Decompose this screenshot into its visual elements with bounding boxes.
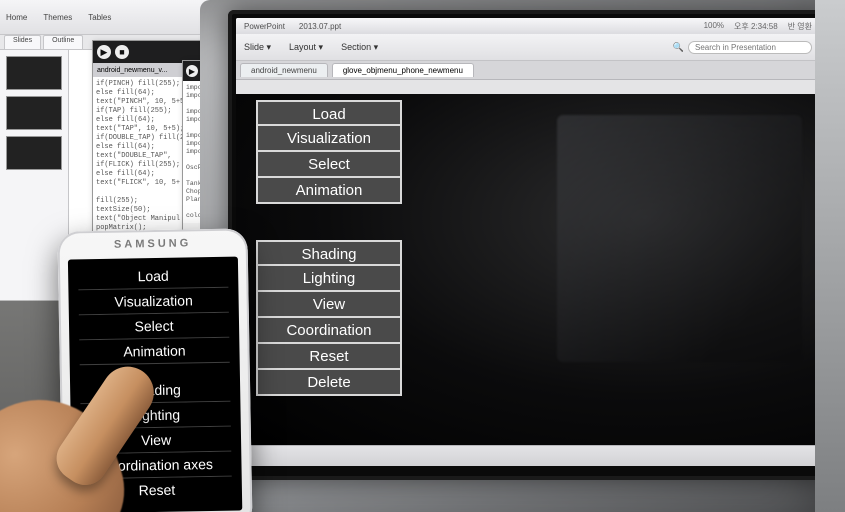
menu-item-lighting[interactable]: Lighting (256, 266, 402, 292)
canvas-menu-secondary: Shading Lighting View Coordination Reset… (256, 240, 402, 396)
menu-item-delete[interactable]: Delete (256, 370, 402, 396)
search-input[interactable] (688, 41, 812, 54)
tab-glove-objmenu[interactable]: glove_objmenu_phone_newmenu (332, 63, 474, 77)
toolbar-slide[interactable]: Slide ▾ (244, 42, 271, 53)
app-statusbar (236, 445, 820, 466)
run-icon[interactable]: ▶ (97, 45, 111, 59)
phone-menu-load[interactable]: Load (78, 263, 228, 291)
phone-brand: SAMSUNG (57, 228, 247, 255)
ppt-tab-slides[interactable]: Slides (4, 35, 41, 49)
presentation-app-window: Slide ▾ Layout ▾ Section ▾ 🔍 android_new… (236, 34, 820, 466)
tab-android-newmenu[interactable]: android_newmenu (240, 63, 328, 77)
photo-scene: Home Themes Tables Slides Outline ▶ ■ an… (0, 0, 845, 512)
menu-item-load[interactable]: Load (256, 100, 402, 126)
phone-menu-animation[interactable]: Animation (79, 338, 229, 366)
menu-item-coordination[interactable]: Coordination (256, 318, 402, 344)
slide-thumbnail[interactable] (6, 56, 62, 90)
phone-menu-visualization[interactable]: Visualization (78, 288, 228, 316)
canvas-menu-primary: Load Visualization Select Animation (256, 100, 402, 204)
phone-screen: Load Visualization Select Animation Shad… (68, 257, 242, 512)
ribbon-themes[interactable]: Themes (43, 13, 72, 22)
phone-menu-shading[interactable]: Shading (80, 377, 230, 405)
menubar-app: PowerPoint (244, 22, 285, 31)
menu-item-animation[interactable]: Animation (256, 178, 402, 204)
slide-thumbnail[interactable] (6, 96, 62, 130)
search-icon: 🔍 (673, 42, 684, 53)
samsung-phone: SAMSUNG Load Visualization Select Animat… (57, 228, 252, 512)
menubar-user: 반 영환 (788, 21, 812, 32)
screen-reflection (557, 115, 802, 361)
ribbon-tables[interactable]: Tables (88, 13, 111, 22)
ppt-tab-outline[interactable]: Outline (43, 35, 83, 49)
menu-item-shading[interactable]: Shading (256, 240, 402, 266)
phone-menu-lighting[interactable]: Lighting (80, 402, 230, 430)
menubar-battery: 100% (704, 21, 724, 32)
phone-menu-select[interactable]: Select (79, 313, 229, 341)
laptop-screen: PowerPoint 2013.07.ppt 100% 오후 2:34:58 반… (236, 18, 820, 466)
phone-menu-view[interactable]: View (81, 427, 231, 455)
menubar-doc: 2013.07.ppt (299, 22, 341, 31)
phone-menu-coordination-axes[interactable]: Coordination axes (81, 452, 231, 480)
menu-item-reset[interactable]: Reset (256, 344, 402, 370)
slide-thumbnail[interactable] (6, 136, 62, 170)
stop-icon[interactable]: ■ (115, 45, 129, 59)
mac-menubar: PowerPoint 2013.07.ppt 100% 오후 2:34:58 반… (236, 18, 820, 35)
render-canvas: Load Visualization Select Animation Shad… (236, 94, 820, 446)
toolbar-section[interactable]: Section ▾ (341, 42, 378, 53)
toolbar-layout[interactable]: Layout ▾ (289, 42, 323, 53)
phone-menu-reset[interactable]: Reset (82, 477, 232, 504)
menu-item-view[interactable]: View (256, 292, 402, 318)
ribbon-home[interactable]: Home (6, 13, 27, 22)
app-tabbar: android_newmenu glove_objmenu_phone_newm… (236, 61, 820, 80)
menu-item-visualization[interactable]: Visualization (256, 126, 402, 152)
menu-item-select[interactable]: Select (256, 152, 402, 178)
app-toolbar: Slide ▾ Layout ▾ Section ▾ 🔍 (236, 34, 820, 61)
menubar-clock: 오후 2:34:58 (734, 21, 778, 32)
run-icon[interactable]: ▶ (186, 65, 198, 77)
desk-edge (815, 0, 845, 512)
